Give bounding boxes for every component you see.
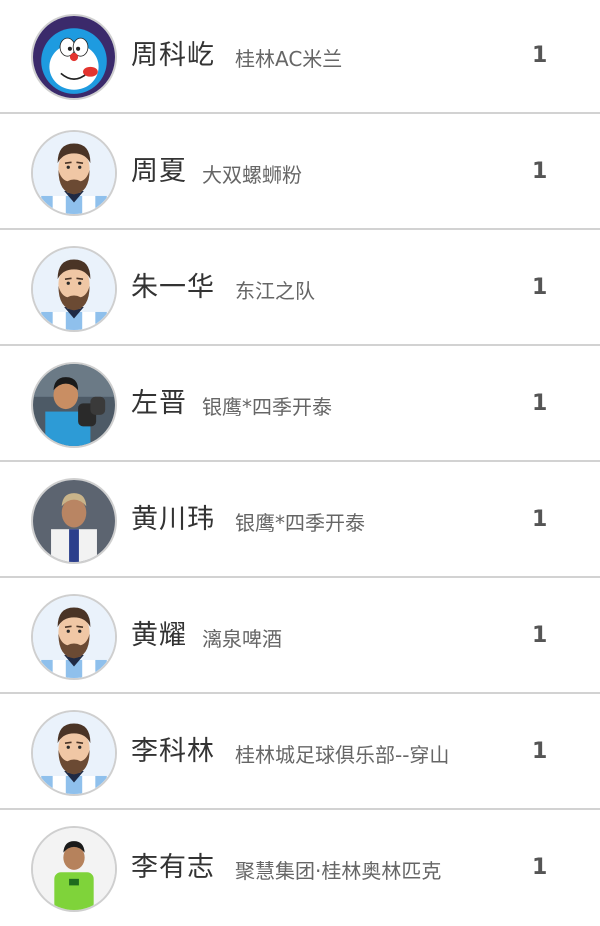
team-name: 桂林城足球俱乐部--穿山 [235,743,450,767]
player-photo [33,828,115,910]
avatar [31,594,117,680]
avatar [31,246,117,332]
list-item[interactable]: 黄川玮 银鹰*四季开泰 1 [0,464,600,578]
avatar [31,130,117,216]
goalkeeper-photo [33,364,115,446]
avatar [31,478,117,564]
player-name: 黄川玮 [131,504,215,535]
goal-count: 1 [532,739,548,764]
goal-count: 1 [532,275,548,300]
team-name: 银鹰*四季开泰 [235,511,365,535]
player-photo [33,480,115,562]
cartoon-cat-icon [33,16,115,98]
player-name: 黄耀 [131,620,187,651]
player-name: 李科林 [131,736,215,767]
team-name: 聚慧集团·桂林奥林匹克 [235,859,442,883]
list-item[interactable]: 左晋 银鹰*四季开泰 1 [0,348,600,462]
list-item[interactable]: 周夏 大双螺蛳粉 1 [0,116,600,230]
goal-count: 1 [532,507,548,532]
team-name: 桂林AC米兰 [235,47,343,71]
player-name: 周夏 [131,156,187,187]
list-item[interactable]: 李有志 聚慧集团·桂林奥林匹克 1 [0,812,600,926]
list-item[interactable]: 周科屹 桂林AC米兰 1 [0,0,600,114]
goal-count: 1 [532,43,548,68]
player-name: 周科屹 [131,40,215,71]
list-item[interactable]: 黄耀 漓泉啤酒 1 [0,580,600,694]
team-name: 大双螺蛳粉 [202,163,302,187]
player-name: 李有志 [131,852,215,883]
list-item[interactable]: 李科林 桂林城足球俱乐部--穿山 1 [0,696,600,810]
bearded-player-icon [33,712,115,794]
avatar [31,826,117,912]
leaderboard-list: 周科屹 桂林AC米兰 1 周夏 大双螺蛳粉 1 朱一华 东江之队 1 左晋 银鹰… [0,0,600,916]
bearded-player-icon [33,132,115,214]
team-name: 东江之队 [235,279,315,303]
goal-count: 1 [532,855,548,880]
player-name: 朱一华 [131,272,215,303]
avatar [31,710,117,796]
bearded-player-icon [33,596,115,678]
player-name: 左晋 [131,388,187,419]
bearded-player-icon [33,248,115,330]
goal-count: 1 [532,159,548,184]
goal-count: 1 [532,391,548,416]
team-name: 漓泉啤酒 [202,627,282,651]
list-item[interactable]: 朱一华 东江之队 1 [0,232,600,346]
goal-count: 1 [532,623,548,648]
avatar [31,362,117,448]
avatar [31,14,117,100]
team-name: 银鹰*四季开泰 [202,395,332,419]
